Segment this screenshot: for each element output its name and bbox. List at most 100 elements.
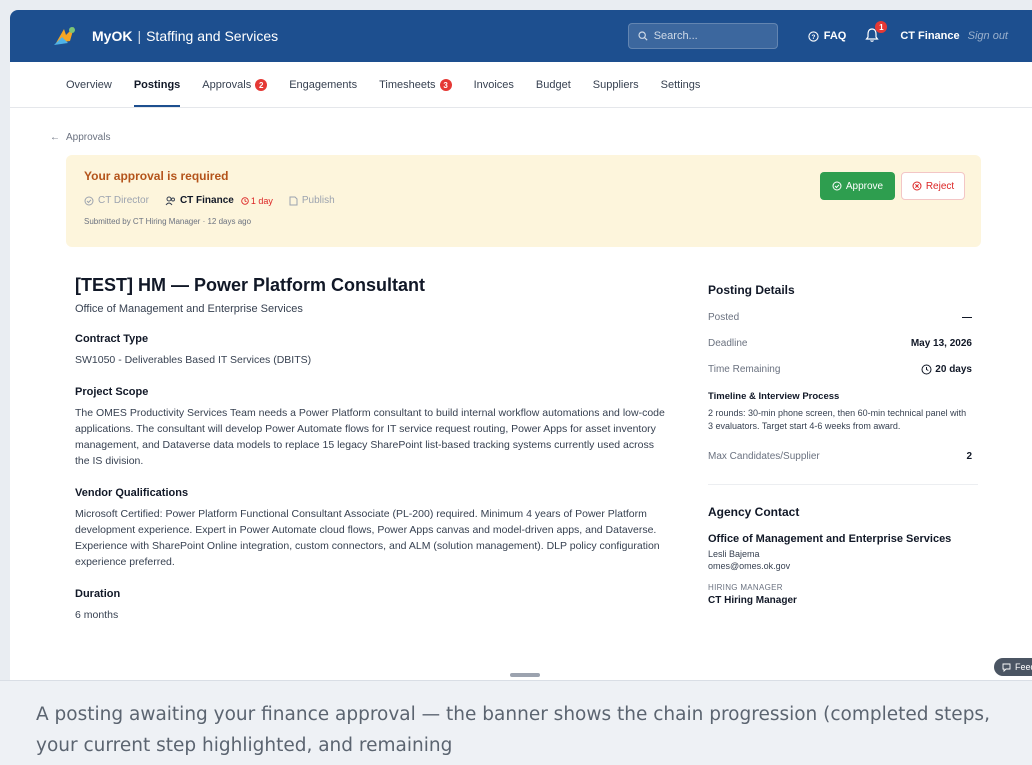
detail-label: Time Remaining	[708, 364, 781, 375]
breadcrumb[interactable]: ← Approvals	[50, 132, 110, 143]
tab-overview[interactable]: Overview	[66, 79, 112, 107]
approve-label: Approve	[845, 180, 884, 192]
search-box[interactable]	[627, 23, 778, 49]
tab-label: Overview	[66, 79, 112, 91]
section-body: Microsoft Certified: Power Platform Func…	[75, 508, 660, 568]
notification-badge: 1	[875, 21, 888, 33]
main-tabs: Overview Postings Approvals 2 Engagements Tim…	[10, 62, 1032, 108]
search-icon	[638, 31, 648, 41]
tab-label: Postings	[133, 79, 181, 91]
hiring-manager-label: HIRING MANAGER	[708, 583, 783, 592]
detail-label: Posted	[708, 312, 740, 323]
clock-icon	[921, 364, 932, 375]
current-user-name[interactable]: CT Finance	[900, 30, 959, 42]
approval-chain: CT Director CT Finance 1 day Publish	[84, 195, 335, 206]
brand-separator: |	[137, 28, 142, 44]
section-body: SW1050 - Deliverables Based IT Services …	[75, 354, 312, 366]
reject-label: Reject	[925, 180, 955, 192]
section-body: 6 months	[75, 609, 119, 621]
detail-value: 2	[966, 451, 972, 462]
document-icon	[289, 196, 298, 205]
tab-label: Timesheets	[379, 79, 436, 91]
users-icon	[165, 196, 175, 205]
breadcrumb-approvals[interactable]: Approvals	[66, 132, 110, 143]
screenshot-caption: A posting awaiting your finance approval…	[0, 680, 1032, 765]
approve-button[interactable]: Approve	[820, 172, 895, 200]
brand-name: MyOK	[92, 28, 133, 44]
approval-banner: Your approval is required CT Director CT…	[66, 155, 981, 247]
app-brand[interactable]: MyOK | Staffing and Services	[92, 28, 278, 44]
tab-approvals[interactable]: Approvals 2	[202, 79, 268, 107]
tab-invoices[interactable]: Invoices	[474, 79, 514, 107]
detail-posted: Posted —	[708, 312, 972, 323]
tab-label: Engagements	[289, 79, 358, 91]
tab-label: Suppliers	[592, 79, 639, 91]
time-remaining-value: 20 days	[935, 364, 972, 375]
step-duration: 1 day	[241, 196, 273, 206]
scroll-handle[interactable]	[510, 673, 540, 677]
section-body: The OMES Productivity Services Team need…	[75, 407, 665, 467]
contact-name: Lesli Bajema	[708, 549, 760, 559]
posting-agency: Office of Management and Enterprise Serv…	[75, 303, 303, 315]
app-name: Staffing and Services	[146, 28, 279, 44]
detail-value: May 13, 2026	[910, 338, 972, 349]
submitted-info: Submitted by CT Hiring Manager · 12 days…	[84, 217, 252, 226]
banner-title: Your approval is required	[84, 169, 229, 183]
top-navbar: MyOK | Staffing and Services ? FAQ 1 CT …	[10, 10, 1032, 62]
contact-org: Office of Management and Enterprise Serv…	[708, 533, 952, 545]
tab-label: Approvals	[202, 79, 252, 91]
section-heading: Duration	[75, 588, 121, 600]
hiring-manager-name: CT Hiring Manager	[708, 595, 797, 606]
help-circle-icon: ?	[808, 30, 819, 42]
chain-step-label: Publish	[301, 195, 335, 206]
contact-email[interactable]: omes@omes.ok.gov	[708, 561, 972, 571]
svg-text:?: ?	[811, 33, 815, 40]
faq-label: FAQ	[823, 30, 847, 42]
feedback-button[interactable]: Feedb	[994, 658, 1032, 676]
detail-max-candidates: Max Candidates/Supplier 2	[708, 451, 972, 462]
section-heading: Contract Type	[75, 333, 149, 345]
faq-link[interactable]: ? FAQ	[808, 30, 847, 42]
reject-button[interactable]: Reject	[901, 172, 965, 200]
section-heading: Vendor Qualifications	[75, 487, 189, 499]
detail-time-remaining: Time Remaining 20 days	[708, 364, 972, 375]
arrow-left-icon: ←	[50, 132, 60, 143]
tab-count-badge: 2	[255, 79, 268, 91]
message-icon	[1002, 663, 1011, 672]
posting-main: [TEST] HM — Power Platform Consultant Of…	[75, 275, 665, 623]
tab-label: Settings	[660, 79, 701, 91]
step-duration-value: 1 day	[250, 195, 273, 206]
sign-out-link[interactable]: Sign out	[968, 30, 1008, 42]
divider	[708, 484, 978, 485]
timeline-body: 2 rounds: 30-min phone screen, then 60-m…	[708, 408, 967, 431]
chain-step-current: CT Finance 1 day	[165, 195, 273, 206]
tab-label: Budget	[535, 79, 571, 91]
timeline-heading: Timeline & Interview Process	[708, 391, 840, 402]
notifications-button[interactable]: 1	[864, 21, 888, 45]
tab-settings[interactable]: Settings	[661, 79, 701, 107]
section-heading: Project Scope	[75, 386, 149, 398]
contact-heading: Agency Contact	[708, 505, 800, 519]
oklahoma-logo-icon[interactable]	[50, 21, 80, 51]
check-circle-icon	[84, 196, 94, 205]
app-window: MyOK | Staffing and Services ? FAQ 1 CT …	[10, 10, 1032, 680]
chain-step-label: CT Finance	[179, 195, 234, 206]
detail-value: —	[962, 312, 972, 323]
tab-suppliers[interactable]: Suppliers	[593, 79, 639, 107]
tab-count-badge: 3	[439, 79, 452, 91]
posting-title: [TEST] HM — Power Platform Consultant	[75, 275, 426, 295]
tab-timesheets[interactable]: Timesheets 3	[379, 79, 452, 107]
tab-budget[interactable]: Budget	[536, 79, 571, 107]
tab-postings[interactable]: Postings	[133, 79, 181, 107]
chain-step-pending: Publish	[289, 195, 335, 206]
detail-label: Max Candidates/Supplier	[708, 451, 820, 462]
x-circle-icon	[912, 181, 922, 191]
posting-details-panel: Posting Details Posted — Deadline May 13…	[708, 283, 978, 606]
chain-step-label: CT Director	[98, 195, 149, 206]
chain-step-done: CT Director	[84, 195, 149, 206]
tab-engagements[interactable]: Engagements	[289, 79, 357, 107]
search-input[interactable]	[653, 30, 764, 42]
details-heading: Posting Details	[708, 283, 795, 297]
detail-deadline: Deadline May 13, 2026	[708, 338, 972, 349]
tab-label: Invoices	[473, 79, 514, 91]
